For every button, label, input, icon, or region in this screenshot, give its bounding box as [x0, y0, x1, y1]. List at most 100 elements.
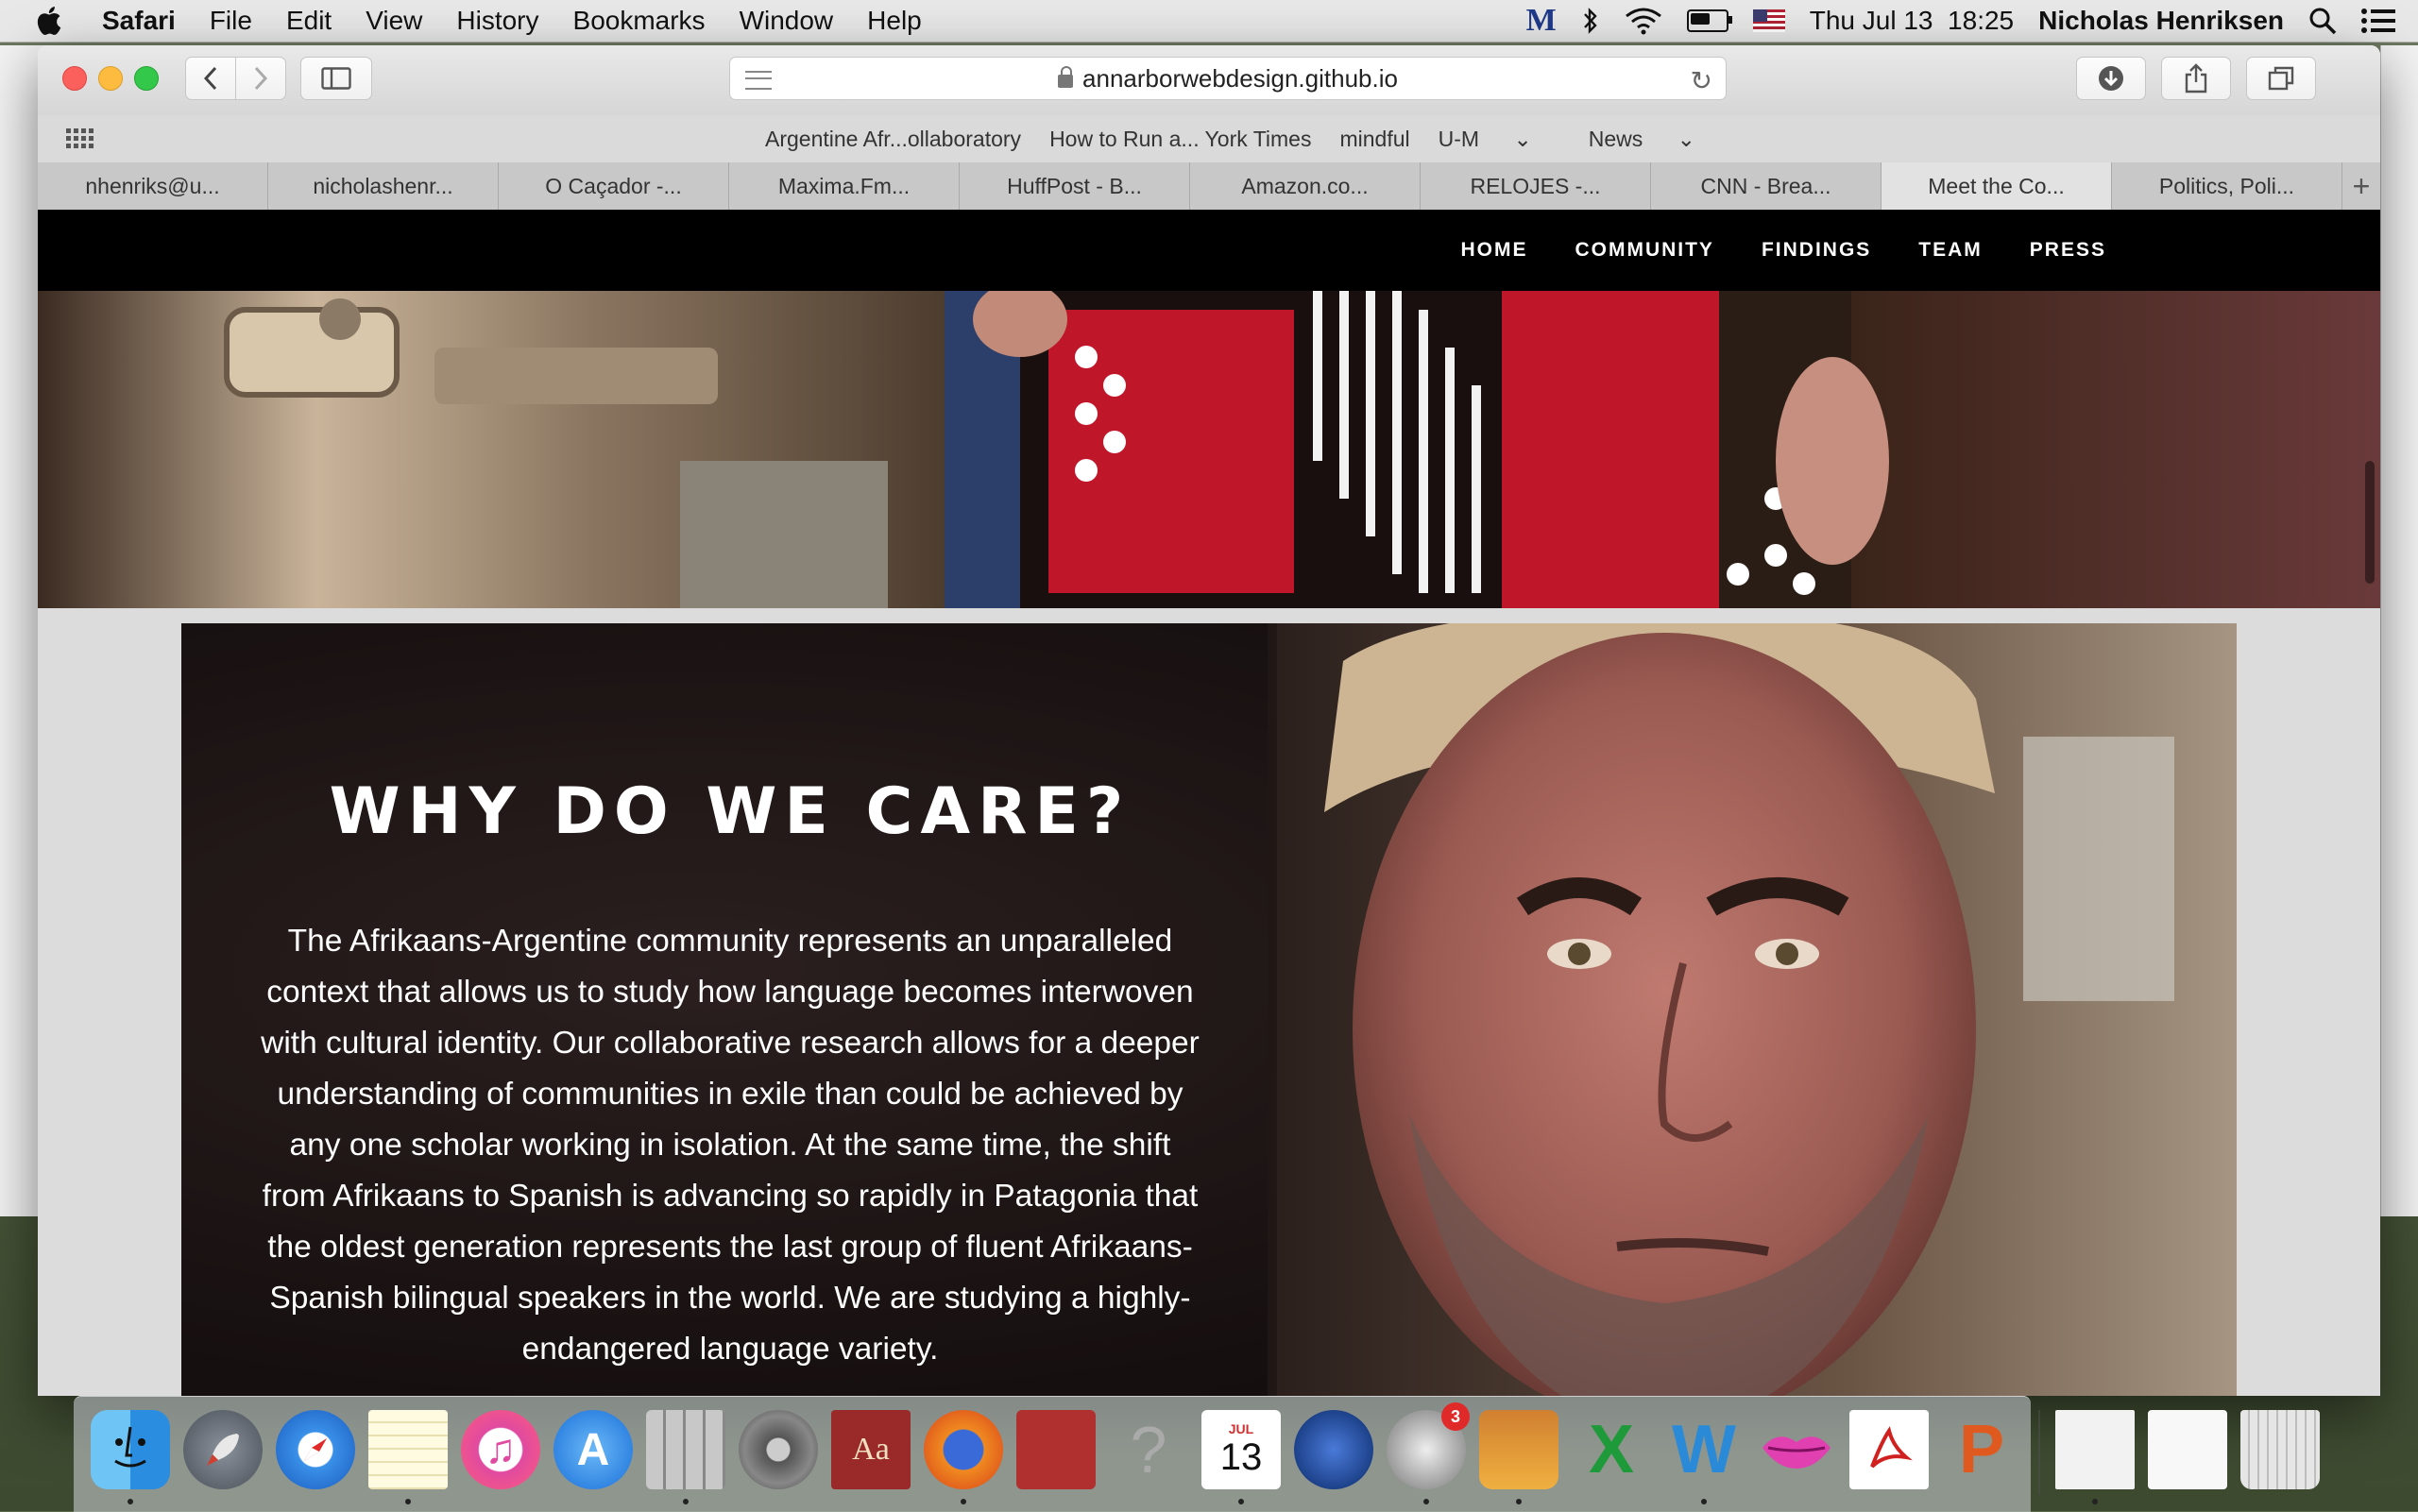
acrobat-icon[interactable]	[1849, 1410, 1929, 1489]
calculator-icon[interactable]	[646, 1410, 725, 1489]
sidebar-button[interactable]	[300, 57, 372, 100]
reload-icon[interactable]: ↻	[1691, 65, 1712, 96]
chevron-down-icon: ⌄	[1677, 126, 1695, 151]
section-body-text: The Afrikaans-Argentine community repres…	[261, 924, 1200, 1367]
photo-booth-icon[interactable]	[1016, 1410, 1096, 1489]
mail-drop-icon[interactable]: 3	[1387, 1402, 1470, 1489]
nav-findings[interactable]: FINDINGS	[1762, 239, 1871, 262]
accordion-illustration	[38, 291, 2380, 608]
show-all-tabs-button[interactable]	[2246, 57, 2316, 100]
help-question-icon[interactable]: ?	[1109, 1410, 1188, 1489]
document-icon[interactable]	[2055, 1410, 2135, 1489]
browser-tab[interactable]: nicholashenr...	[268, 162, 499, 210]
menu-user[interactable]: Nicholas Henriksen	[2038, 6, 2284, 36]
zoom-button[interactable]	[134, 66, 159, 91]
word-icon[interactable]: W	[1664, 1410, 1744, 1489]
page-scrollbar-thumb[interactable]	[2365, 461, 2375, 584]
favorites-list: Argentine Afr...ollaboratory How to Run …	[765, 115, 1752, 162]
nav-community[interactable]: COMMUNITY	[1575, 239, 1714, 262]
menu-app-name[interactable]: Safari	[102, 6, 176, 36]
running-indicator	[2092, 1499, 2098, 1504]
nav-home[interactable]: HOME	[1460, 239, 1527, 262]
forward-button[interactable]	[235, 57, 286, 100]
address-bar[interactable]: annarborwebdesign.github.io ↻	[729, 57, 1727, 100]
menu-file[interactable]: File	[210, 6, 252, 36]
running-indicator	[1238, 1499, 1244, 1504]
browser-tab[interactable]: nhenriks@u...	[38, 162, 268, 210]
nav-press[interactable]: PRESS	[2030, 239, 2106, 262]
launchpad-icon[interactable]	[183, 1410, 263, 1489]
browser-tab[interactable]: HuffPost - B...	[960, 162, 1190, 210]
battery-icon[interactable]	[1686, 9, 1732, 32]
back-button[interactable]	[185, 57, 236, 100]
menu-view[interactable]: View	[366, 6, 422, 36]
system-preferences-icon[interactable]	[739, 1410, 818, 1489]
notification-badge: 3	[1441, 1402, 1470, 1431]
preview-window-icon[interactable]	[2148, 1410, 2227, 1489]
us-flag-icon[interactable]	[1752, 9, 1785, 32]
finder-icon[interactable]	[91, 1410, 170, 1489]
new-tab-button[interactable]: +	[2342, 162, 2380, 210]
excel-icon[interactable]: X	[1572, 1410, 1651, 1489]
itunes-icon[interactable]: ♫	[461, 1410, 540, 1489]
bluetooth-icon[interactable]	[1581, 7, 1600, 35]
tab-bar: nhenriks@u... nicholashenr... O Caçador …	[38, 162, 2380, 211]
menu-clock[interactable]: Thu Jul 13 18:25	[1810, 6, 2014, 36]
app-store-icon[interactable]: A	[553, 1410, 633, 1489]
downloads-button[interactable]	[2076, 57, 2146, 100]
safari-dock-icon[interactable]	[276, 1410, 355, 1489]
favorite-folder-label: U-M	[1438, 126, 1480, 151]
calendar-icon[interactable]: JUL 13	[1201, 1410, 1281, 1489]
running-indicator	[683, 1499, 689, 1504]
share-icon	[2185, 63, 2207, 93]
browser-tab-active[interactable]: Meet the Co...	[1882, 162, 2112, 210]
browser-tab[interactable]: RELOJES -...	[1421, 162, 1651, 210]
favorite-folder-um[interactable]: U-M ⌄	[1439, 127, 1560, 152]
reader-view-icon[interactable]	[745, 71, 772, 90]
menu-window[interactable]: Window	[740, 6, 834, 36]
battery-level	[1690, 13, 1711, 25]
browser-tab[interactable]: O Caçador -...	[499, 162, 729, 210]
menu-bookmarks[interactable]: Bookmarks	[573, 6, 706, 36]
firefox-icon[interactable]	[924, 1410, 1003, 1489]
browser-tab[interactable]: Maxima.Fm...	[729, 162, 960, 210]
lips-app-icon[interactable]	[1757, 1410, 1836, 1489]
site-navbar: HOME COMMUNITY FINDINGS TEAM PRESS	[38, 210, 2380, 291]
close-button[interactable]	[62, 66, 87, 91]
notes-icon[interactable]	[368, 1410, 448, 1489]
share-button[interactable]	[2161, 57, 2231, 100]
menu-history[interactable]: History	[456, 6, 538, 36]
browser-tab[interactable]: Amazon.co...	[1190, 162, 1421, 210]
notification-center-icon[interactable]	[2361, 8, 2395, 34]
menu-help[interactable]: Help	[867, 6, 922, 36]
spotlight-search-icon[interactable]	[2308, 7, 2337, 35]
michigan-m-icon[interactable]: M	[1526, 3, 1557, 39]
finder-face-icon	[114, 1426, 146, 1468]
minimize-button[interactable]	[98, 66, 123, 91]
dictionary-icon[interactable]: Aa	[831, 1410, 911, 1489]
chevron-right-icon	[254, 66, 268, 91]
section-heading: WHY DO WE CARE?	[329, 774, 1132, 849]
favorite-folder-news[interactable]: News ⌄	[1589, 127, 1724, 152]
menu-edit[interactable]: Edit	[286, 6, 332, 36]
running-indicator	[1516, 1499, 1522, 1504]
lock-icon	[1058, 66, 1074, 88]
favorite-item[interactable]: How to Run a... York Times	[1049, 127, 1311, 152]
browser-tab[interactable]: Politics, Poli...	[2112, 162, 2342, 210]
apple-menu-icon[interactable]	[32, 3, 68, 39]
trash-icon[interactable]	[2240, 1410, 2320, 1489]
nav-team[interactable]: TEAM	[1918, 239, 1983, 262]
dock-separator	[2038, 1410, 2040, 1495]
running-indicator	[961, 1499, 966, 1504]
script-bottle-icon[interactable]	[1479, 1410, 1558, 1489]
safari-window: annarborwebdesign.github.io ↻ Argentine …	[38, 45, 2380, 1396]
powerpoint-icon[interactable]: P	[1942, 1410, 2021, 1489]
chevron-left-icon	[203, 66, 217, 91]
wifi-icon[interactable]	[1625, 7, 1662, 35]
favorite-item[interactable]: Argentine Afr...ollaboratory	[765, 127, 1021, 152]
background-document-window-right	[2380, 45, 2418, 1216]
browser-tab[interactable]: CNN - Brea...	[1651, 162, 1882, 210]
top-sites-grid-icon[interactable]	[66, 128, 94, 149]
favorite-item[interactable]: mindful	[1339, 127, 1409, 152]
network-utility-icon[interactable]	[1294, 1410, 1373, 1489]
